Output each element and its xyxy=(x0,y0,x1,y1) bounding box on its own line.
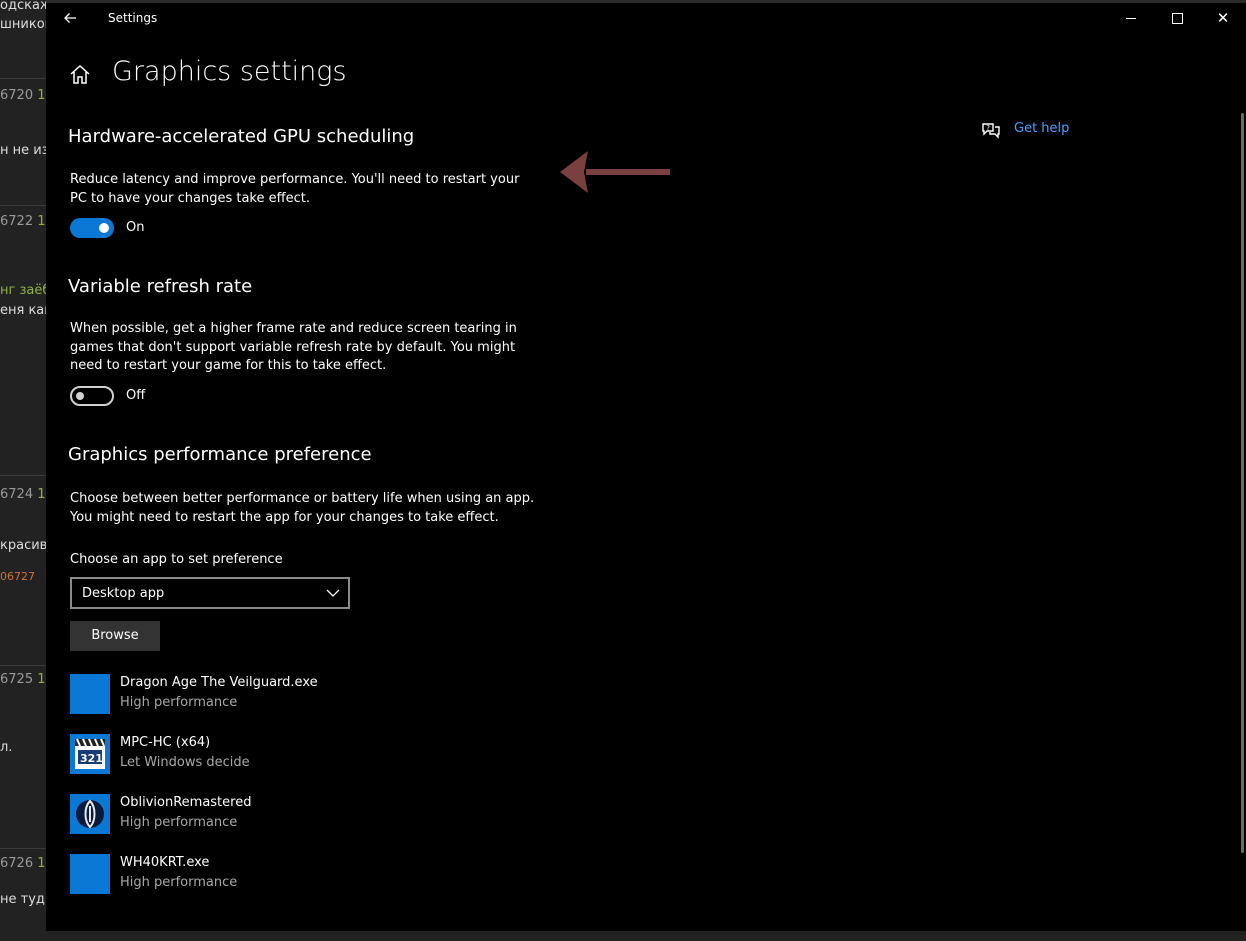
app-preference: High performance xyxy=(120,815,238,830)
chat-help-icon: ? xyxy=(982,123,1000,139)
gpu-scheduling-description: Reduce latency and improve performance. … xyxy=(70,172,520,206)
back-button[interactable] xyxy=(60,8,80,28)
app-type-select[interactable]: Desktop app xyxy=(70,577,350,609)
bg-separator xyxy=(0,205,46,206)
background-page: одскаж шником 6720 10 н не из 6722 10 нг… xyxy=(0,0,46,941)
bg-separator xyxy=(0,475,46,476)
bg-text-line: н не из xyxy=(0,143,46,158)
get-help-label: Get help xyxy=(1014,121,1070,136)
blue-tile-icon xyxy=(70,854,110,894)
app-list-item[interactable]: OblivionRemastered High performance xyxy=(70,794,520,836)
home-icon[interactable] xyxy=(68,63,92,87)
bg-post-number: 6722 10 xyxy=(0,214,46,229)
app-list-item[interactable]: Dragon Age The Veilguard.exe High perfor… xyxy=(70,674,520,716)
preference-description: Choose between better performance or bat… xyxy=(70,491,535,525)
preference-heading: Graphics performance preference xyxy=(68,444,372,465)
back-arrow-icon xyxy=(64,13,76,23)
window-title: Settings xyxy=(108,11,158,25)
oblivion-icon xyxy=(70,794,110,834)
svg-text:321: 321 xyxy=(80,752,103,765)
app-name: OblivionRemastered xyxy=(120,795,252,810)
blue-tile-icon xyxy=(70,674,110,714)
app-list-item[interactable]: 321 MPC-HC (x64) Let Windows decide xyxy=(70,734,520,776)
bg-text-line: не туд xyxy=(0,892,45,907)
bg-text-line: л. xyxy=(0,740,13,755)
app-select-label: Choose an app to set preference xyxy=(70,552,283,567)
background-bottom-edge xyxy=(0,931,1246,941)
gpu-scheduling-heading: Hardware-accelerated GPU scheduling xyxy=(68,126,415,147)
gpu-scheduling-state: On xyxy=(126,220,145,235)
chevron-down-icon xyxy=(326,589,340,597)
app-name: WH40KRT.exe xyxy=(120,855,210,870)
app-preference: High performance xyxy=(120,875,238,890)
app-preference: High performance xyxy=(120,695,238,710)
bg-text-line: еня как xyxy=(0,303,46,318)
bg-separator xyxy=(0,78,46,79)
maximize-icon xyxy=(1171,13,1183,24)
vrr-description: When possible, get a higher frame rate a… xyxy=(70,321,517,373)
gpu-scheduling-toggle[interactable] xyxy=(70,218,114,238)
settings-window: Settings ✕ Graphics settings ? Get help … xyxy=(46,3,1246,931)
minimize-button[interactable] xyxy=(1108,3,1154,35)
close-button[interactable]: ✕ xyxy=(1200,3,1246,35)
close-icon: ✕ xyxy=(1216,9,1230,27)
bg-text-line: одскаж xyxy=(0,0,46,13)
vertical-scrollbar[interactable] xyxy=(1241,113,1244,853)
title-bar: Settings ✕ xyxy=(46,3,1246,35)
bg-reply-link: 06727 xyxy=(0,570,35,583)
bg-separator xyxy=(0,848,46,849)
browse-button[interactable]: Browse xyxy=(70,621,160,651)
app-name: Dragon Age The Veilguard.exe xyxy=(120,675,318,690)
annotation-arrow xyxy=(560,151,670,193)
minimize-icon xyxy=(1126,18,1136,19)
app-list-item[interactable]: WH40KRT.exe High performance xyxy=(70,854,520,896)
bg-separator xyxy=(0,665,46,666)
bg-post-number: 6726 10 xyxy=(0,856,46,871)
bg-post-number: 6720 10 xyxy=(0,88,46,103)
bg-text-line: красив xyxy=(0,538,46,553)
vrr-heading: Variable refresh rate xyxy=(68,276,253,297)
bg-post-number: 6725 10 xyxy=(0,672,46,687)
maximize-button[interactable] xyxy=(1154,3,1200,35)
vrr-toggle[interactable] xyxy=(70,386,114,406)
bg-text-line: шником xyxy=(0,17,46,32)
bg-text-line: нг заёб xyxy=(0,283,46,298)
app-type-value: Desktop app xyxy=(82,586,165,601)
mpc-hc-icon: 321 xyxy=(70,734,110,774)
app-name: MPC-HC (x64) xyxy=(120,735,211,750)
app-preference: Let Windows decide xyxy=(120,755,250,770)
page-title: Graphics settings xyxy=(112,56,347,87)
vrr-state: Off xyxy=(126,388,146,403)
svg-text:?: ? xyxy=(986,124,990,132)
bg-post-number: 6724 10 xyxy=(0,487,46,502)
